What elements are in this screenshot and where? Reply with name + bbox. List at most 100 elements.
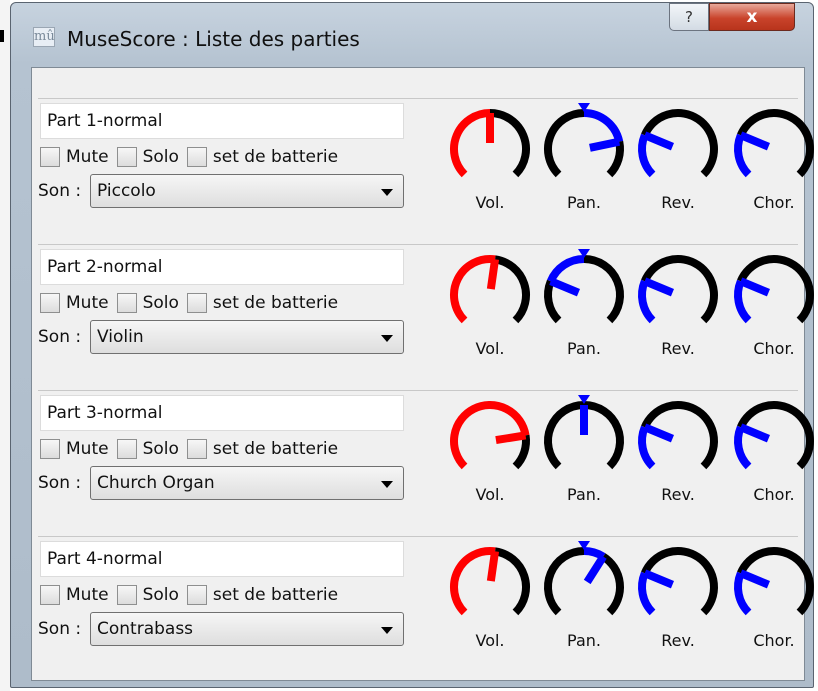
- knob-track-arc: [544, 109, 585, 178]
- sound-dropdown-value: Piccolo: [97, 181, 156, 201]
- reverb-knob-label: Rev.: [661, 485, 695, 504]
- knob-track-arc: [494, 255, 530, 324]
- close-button[interactable]: x: [709, 3, 795, 31]
- volume-knob[interactable]: [444, 99, 536, 191]
- mute-checkbox[interactable]: [40, 293, 60, 313]
- chorus-knob[interactable]: [728, 245, 818, 337]
- knob-value-arc: [450, 255, 496, 324]
- dropdown-arrow-icon: [381, 335, 393, 342]
- dropdown-arrow-icon: [381, 627, 393, 634]
- part-name-field[interactable]: Part 1-normal: [40, 103, 404, 139]
- volume-knob-graphic: [450, 255, 530, 324]
- part-name-field[interactable]: Part 3-normal: [40, 395, 404, 431]
- reverb-knob-graphic: [638, 255, 718, 324]
- mute-checkbox-label: Mute: [66, 439, 109, 459]
- sound-dropdown[interactable]: Church Organ: [90, 466, 404, 500]
- mute-checkbox[interactable]: [40, 439, 60, 459]
- pan-knob-label: Pan.: [567, 631, 601, 650]
- chorus-knob[interactable]: [728, 391, 818, 483]
- knob-track-arc: [600, 553, 624, 616]
- part-options: Mute Solo set de batterie: [40, 145, 346, 169]
- chorus-knob-label: Chor.: [753, 339, 795, 358]
- volume-knob-label: Vol.: [475, 339, 505, 358]
- pan-knob-graphic: [544, 541, 624, 616]
- pan-knob-label: Pan.: [567, 339, 601, 358]
- drumset-checkbox[interactable]: [186, 293, 207, 313]
- pan-knob-graphic: [544, 103, 624, 178]
- volume-knob[interactable]: [444, 391, 536, 483]
- chorus-knob[interactable]: [728, 99, 818, 191]
- volume-knob[interactable]: [444, 537, 536, 629]
- knob-pointer: [495, 431, 527, 445]
- solo-checkbox-label: Solo: [142, 293, 179, 313]
- knob-track-arc: [489, 109, 530, 178]
- volume-knob-label: Vol.: [475, 193, 505, 212]
- knob-pointer: [589, 137, 621, 152]
- drumset-checkbox-label: set de batterie: [212, 293, 339, 313]
- knob-pointer: [739, 569, 770, 589]
- pan-knob[interactable]: [538, 99, 630, 191]
- sound-dropdown-value: Violin: [97, 327, 144, 347]
- solo-checkbox-label: Solo: [142, 439, 179, 459]
- sound-label: Son :: [38, 181, 82, 201]
- chorus-knob-graphic: [734, 547, 814, 616]
- pan-knob[interactable]: [538, 391, 630, 483]
- solo-checkbox[interactable]: [116, 293, 137, 313]
- dropdown-arrow-icon: [381, 481, 393, 488]
- pan-knob-graphic: [544, 395, 624, 470]
- reverb-knob-graphic: [638, 401, 718, 470]
- knob-pointer: [486, 258, 500, 290]
- musescore-app-icon: mû: [33, 27, 55, 47]
- drumset-checkbox[interactable]: [186, 585, 207, 605]
- help-button[interactable]: ?: [669, 3, 709, 31]
- sound-dropdown[interactable]: Piccolo: [90, 174, 404, 208]
- mute-checkbox[interactable]: [40, 585, 60, 605]
- knob-track-arc: [583, 255, 624, 324]
- reverb-knob[interactable]: [632, 537, 724, 629]
- title-bar[interactable]: mû MuseScore : Liste des parties ? x: [11, 3, 813, 63]
- knob-pointer: [643, 569, 674, 589]
- volume-knob-graphic: [450, 547, 530, 616]
- pan-knob[interactable]: [538, 245, 630, 337]
- chorus-knob[interactable]: [728, 537, 818, 629]
- drumset-checkbox-label: set de batterie: [212, 147, 339, 167]
- window-title: MuseScore : Liste des parties: [67, 27, 360, 51]
- mute-checkbox[interactable]: [40, 147, 60, 167]
- volume-knob-graphic: [450, 401, 530, 470]
- mute-checkbox-label: Mute: [66, 147, 109, 167]
- part-name-field[interactable]: Part 2-normal: [40, 249, 404, 285]
- reverb-knob[interactable]: [632, 245, 724, 337]
- part-options: Mute Solo set de batterie: [40, 583, 346, 607]
- solo-checkbox[interactable]: [116, 439, 137, 459]
- knob-track-arc: [583, 401, 624, 470]
- part-name-field[interactable]: Part 4-normal: [40, 541, 404, 577]
- reverb-knob-label: Rev.: [661, 339, 695, 358]
- sound-dropdown[interactable]: Contrabass: [90, 612, 404, 646]
- solo-checkbox[interactable]: [116, 147, 137, 167]
- part-options: Mute Solo set de batterie: [40, 437, 346, 461]
- reverb-knob-label: Rev.: [661, 193, 695, 212]
- sound-dropdown[interactable]: Violin: [90, 320, 404, 354]
- sound-label: Son :: [38, 473, 82, 493]
- drumset-checkbox-label: set de batterie: [212, 585, 339, 605]
- pan-knob[interactable]: [538, 537, 630, 629]
- mute-checkbox-label: Mute: [66, 585, 109, 605]
- sound-dropdown-value: Church Organ: [97, 473, 215, 493]
- solo-checkbox-label: Solo: [142, 147, 179, 167]
- chorus-knob-label: Chor.: [753, 631, 795, 650]
- reverb-knob[interactable]: [632, 391, 724, 483]
- knob-value-arc: [450, 109, 491, 178]
- drumset-checkbox[interactable]: [186, 439, 207, 459]
- volume-knob[interactable]: [444, 245, 536, 337]
- drumset-checkbox[interactable]: [186, 147, 207, 167]
- volume-knob-graphic: [450, 109, 530, 178]
- part-row: Part 2-normal Mute Solo set de batterie Son …: [38, 244, 814, 385]
- mute-checkbox-label: Mute: [66, 293, 109, 313]
- solo-checkbox[interactable]: [116, 585, 137, 605]
- chorus-knob-label: Chor.: [753, 485, 795, 504]
- reverb-knob-label: Rev.: [661, 631, 695, 650]
- knob-track-arc: [544, 401, 585, 470]
- parts-list-panel: Part 1-normal Mute Solo set de batterie Son …: [31, 67, 814, 681]
- reverb-knob[interactable]: [632, 99, 724, 191]
- desktop-mark: [0, 30, 4, 42]
